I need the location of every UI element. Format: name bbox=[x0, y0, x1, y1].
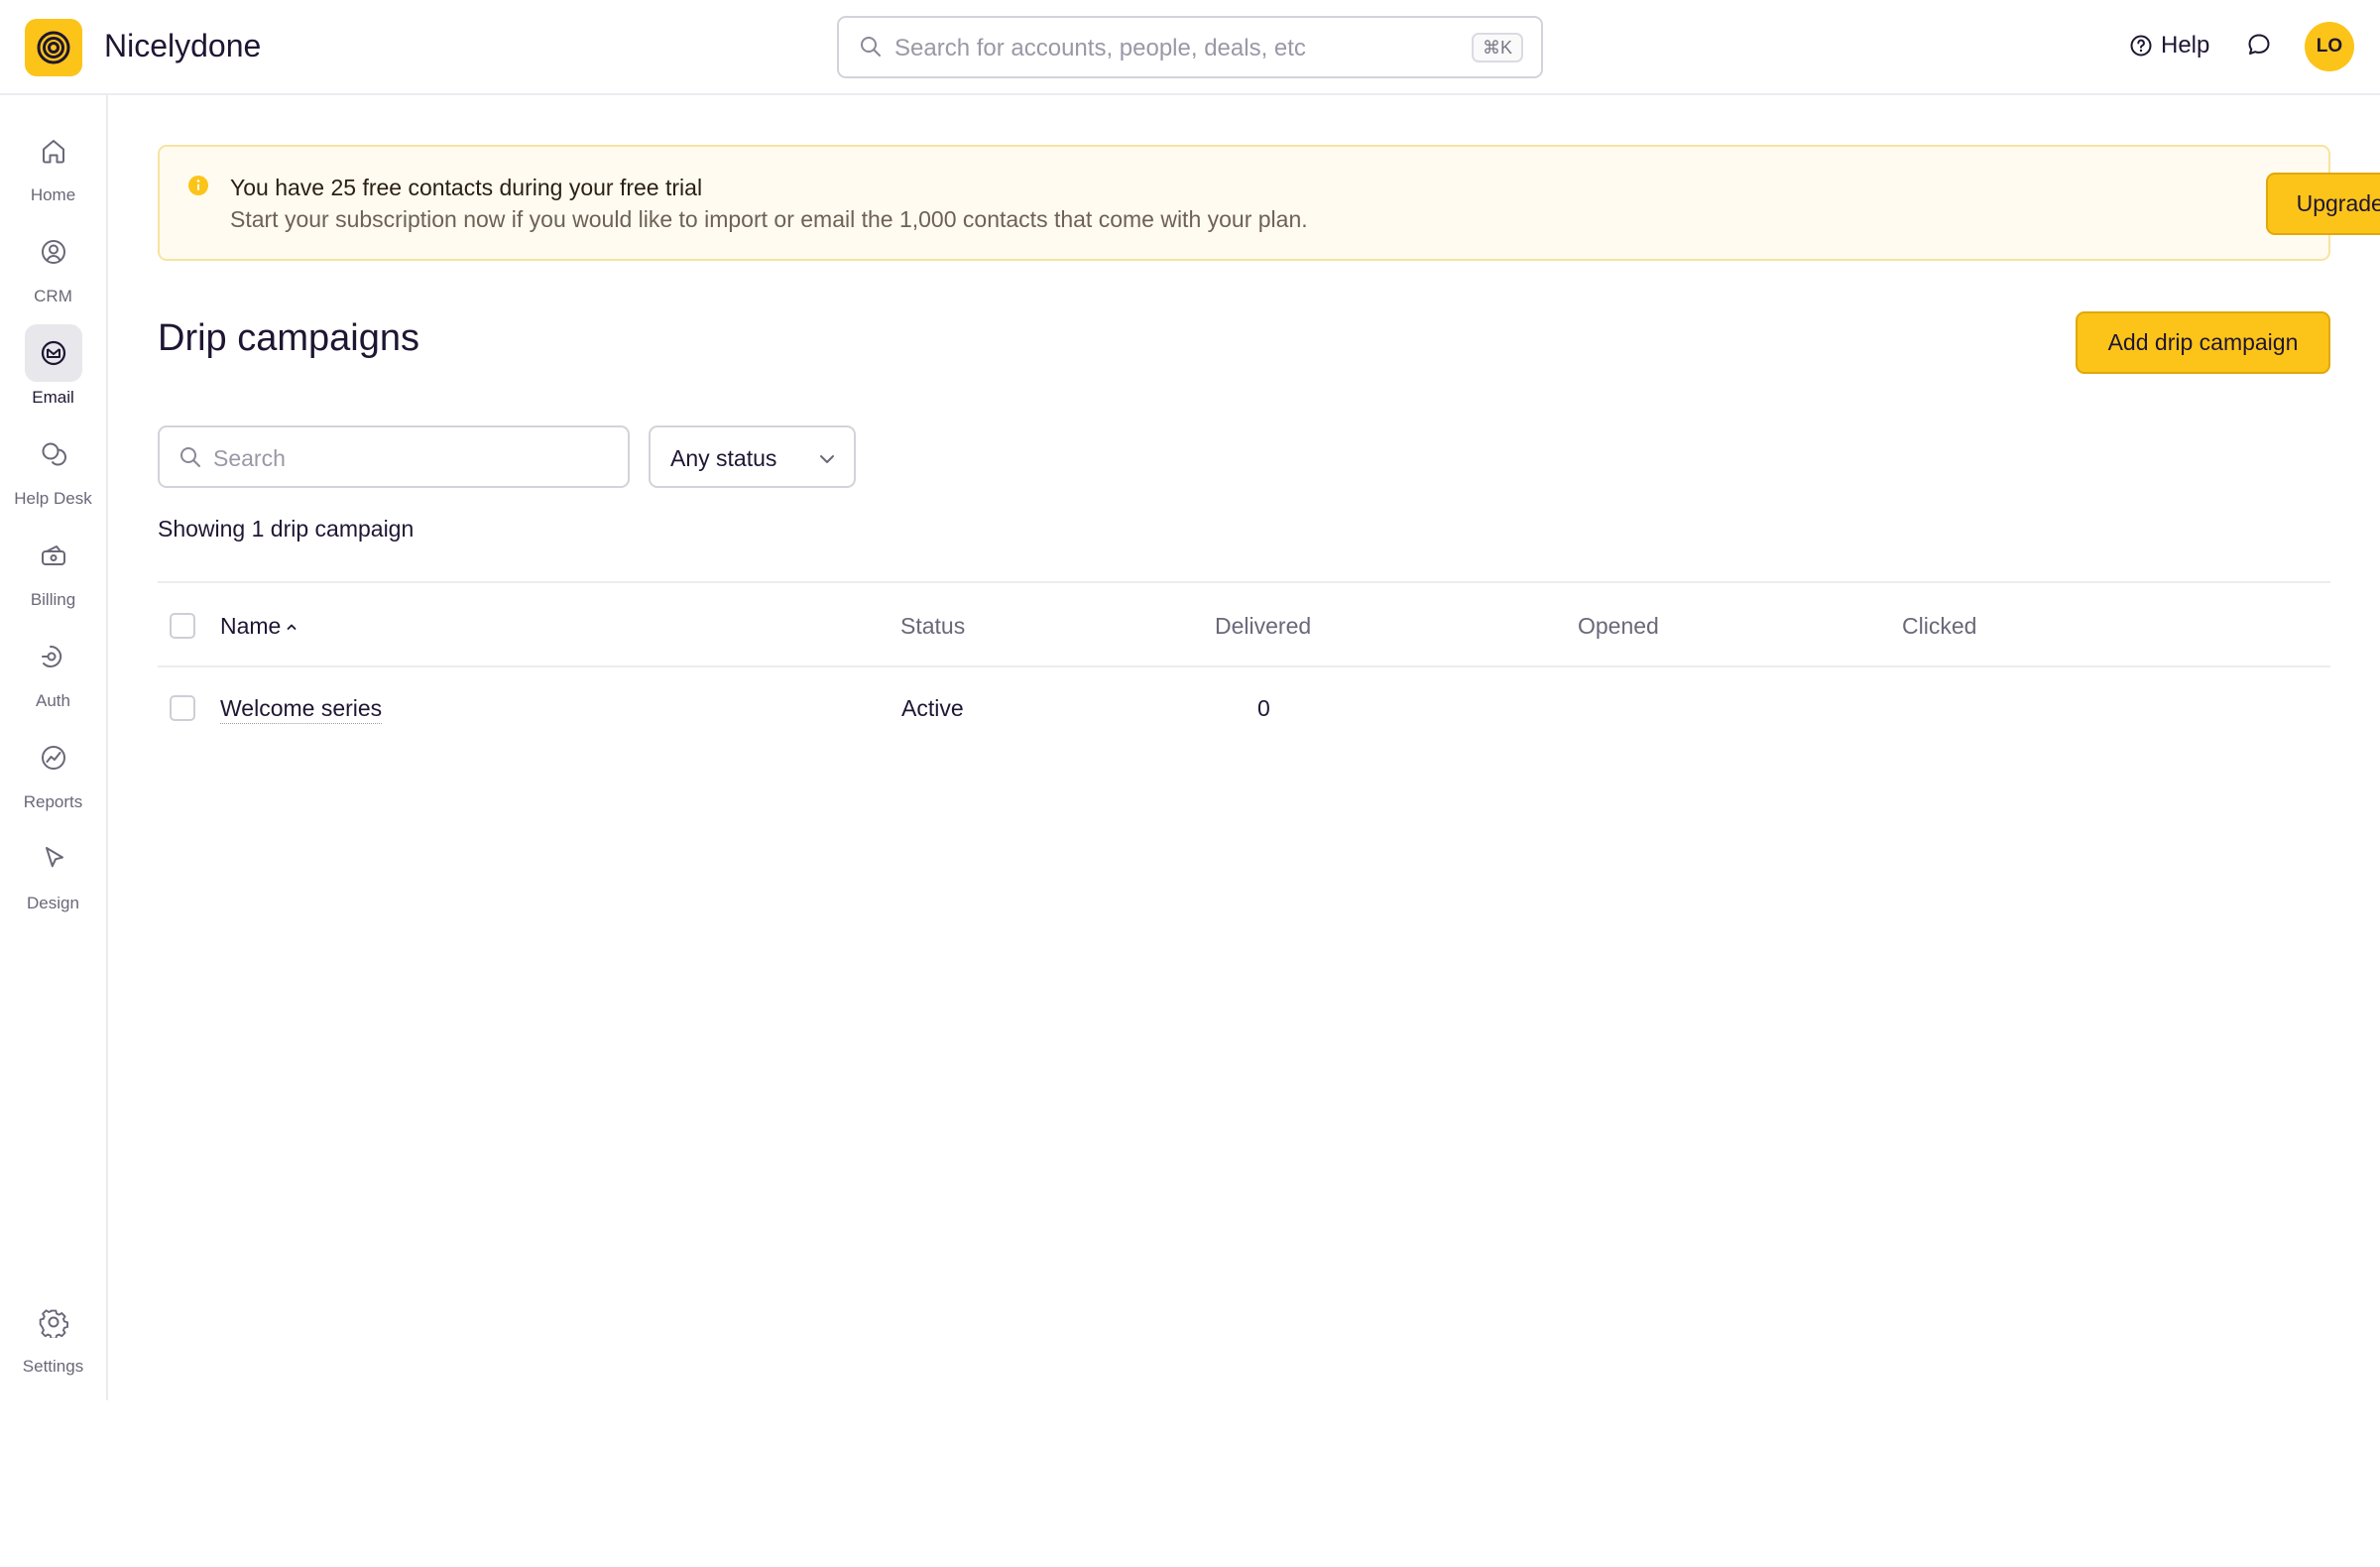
global-search-placeholder: Search for accounts, people, deals, etc bbox=[894, 35, 1306, 61]
chat-button[interactable] bbox=[2246, 32, 2272, 62]
sidebar-item-help-desk[interactable]: Help Desk bbox=[0, 425, 106, 521]
select-all-checkbox[interactable] bbox=[170, 613, 195, 639]
crm-icon bbox=[41, 240, 65, 264]
sidebar-item-auth[interactable]: Auth bbox=[0, 628, 106, 723]
logo-icon bbox=[37, 31, 70, 64]
global-search-input[interactable]: Search for accounts, people, deals, etc … bbox=[837, 16, 1543, 78]
sidebar-item-label: Design bbox=[27, 894, 79, 912]
sidebar-item-billing[interactable]: Billing bbox=[0, 527, 106, 622]
sidebar-item-label: Settings bbox=[22, 1357, 84, 1376]
help-button[interactable]: Help bbox=[2129, 32, 2209, 60]
column-header-name-label: Name bbox=[220, 613, 282, 639]
banner-title: You have 25 free contacts during your fr… bbox=[230, 175, 703, 200]
campaign-delivered: 0 bbox=[1257, 695, 1270, 721]
home-icon bbox=[42, 140, 64, 164]
billing-icon bbox=[41, 545, 65, 565]
sidebar-item-crm[interactable]: CRM bbox=[0, 223, 106, 318]
search-icon bbox=[180, 447, 200, 467]
info-icon bbox=[188, 176, 208, 195]
result-count: Showing 1 drip campaign bbox=[158, 516, 415, 542]
table-header: Name Status Delivered Opened Clicked bbox=[158, 581, 2330, 667]
sidebar-item-home[interactable]: Home bbox=[0, 122, 106, 217]
gear-icon bbox=[39, 1309, 68, 1338]
help-circle-icon bbox=[2130, 35, 2152, 57]
campaign-search-placeholder: Search bbox=[213, 445, 286, 471]
design-icon bbox=[45, 847, 63, 868]
column-header-delivered[interactable]: Delivered bbox=[1215, 613, 1311, 640]
page-title: Drip campaigns bbox=[158, 317, 419, 359]
chat-bubble-icon bbox=[2248, 34, 2270, 55]
sidebar: Home CRM Email Help Desk Billing Auth Re… bbox=[0, 95, 108, 1400]
column-header-opened[interactable]: Opened bbox=[1578, 613, 1659, 640]
campaign-status: Active bbox=[901, 695, 964, 721]
keyboard-shortcut-badge: ⌘K bbox=[1471, 33, 1523, 62]
campaign-search-input[interactable]: Search bbox=[158, 425, 630, 488]
column-header-clicked[interactable]: Clicked bbox=[1902, 613, 1976, 640]
sidebar-item-label: CRM bbox=[34, 287, 72, 305]
sort-ascending-icon bbox=[287, 624, 297, 630]
add-drip-campaign-button[interactable]: Add drip campaign bbox=[2076, 311, 2330, 374]
app-name: Nicelydone bbox=[104, 28, 262, 63]
sidebar-item-reports[interactable]: Reports bbox=[0, 729, 106, 824]
search-icon bbox=[861, 37, 881, 57]
sidebar-item-label: Help Desk bbox=[14, 489, 92, 508]
sidebar-item-settings[interactable]: Settings bbox=[0, 1293, 106, 1388]
upgrade-now-button[interactable]: Upgrade now bbox=[2266, 173, 2380, 235]
help-label: Help bbox=[2161, 32, 2210, 59]
user-avatar[interactable]: LO bbox=[2305, 22, 2354, 71]
campaign-name-link[interactable]: Welcome series bbox=[220, 695, 383, 724]
banner-message: Start your subscription now if you would… bbox=[230, 206, 1308, 232]
chevron-down-icon bbox=[820, 455, 834, 463]
reports-icon bbox=[41, 746, 65, 770]
table-row[interactable]: Welcome series Active 0 bbox=[158, 667, 2330, 752]
sidebar-item-label: Email bbox=[32, 388, 74, 407]
campaigns-table: Name Status Delivered Opened Clicked Wel… bbox=[158, 581, 2330, 752]
top-bar: Nicelydone Search for accounts, people, … bbox=[0, 0, 2380, 95]
column-header-status[interactable]: Status bbox=[900, 613, 965, 640]
sidebar-item-design[interactable]: Design bbox=[0, 830, 106, 925]
status-filter-value: Any status bbox=[670, 445, 777, 471]
status-filter-select[interactable]: Any status bbox=[649, 425, 856, 488]
auth-icon bbox=[41, 645, 61, 667]
sidebar-item-label: Home bbox=[30, 185, 76, 204]
email-icon bbox=[41, 340, 65, 366]
sidebar-item-label: Auth bbox=[36, 691, 70, 710]
column-header-name[interactable]: Name bbox=[220, 613, 298, 640]
sidebar-item-email[interactable]: Email bbox=[0, 324, 106, 420]
logo[interactable] bbox=[25, 19, 82, 76]
trial-banner: You have 25 free contacts during your fr… bbox=[158, 145, 2380, 261]
sidebar-item-label: Reports bbox=[23, 792, 83, 811]
helpdesk-icon bbox=[42, 442, 66, 466]
row-checkbox[interactable] bbox=[170, 695, 195, 721]
sidebar-item-label: Billing bbox=[30, 590, 76, 609]
